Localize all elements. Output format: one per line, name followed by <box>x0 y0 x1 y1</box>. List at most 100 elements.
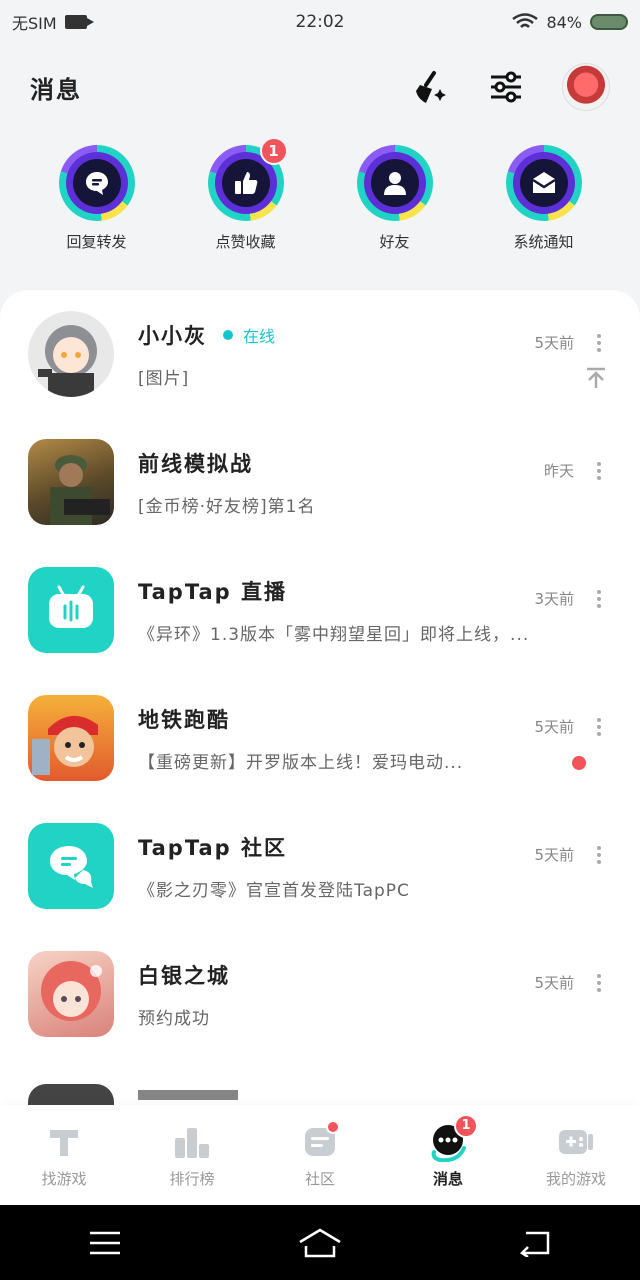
menu-icon[interactable] <box>88 1230 122 1256</box>
thumbs-up-icon <box>234 172 257 194</box>
message-preview: 《异环》1.3版本「雾中翔望星回」即将上线，... <box>138 624 530 645</box>
quick-friends[interactable]: 好友 <box>335 145 455 252</box>
name-line: 前线模拟战 <box>138 448 612 478</box>
message-preview: 《影之刃零》官宣首发登陆TapPC <box>138 880 410 901</box>
quick-icon-ring <box>505 145 582 221</box>
status-left: 无SIM <box>12 10 94 34</box>
more-options-button[interactable] <box>596 462 602 480</box>
home-icon[interactable] <box>298 1228 342 1258</box>
sender-name: 地铁跑酷 <box>138 707 230 732</box>
quick-label: 好友 <box>379 233 410 251</box>
message-time: 3天前 <box>534 590 574 608</box>
message-time: 5天前 <box>534 334 574 352</box>
sender-name: TapTap 社区 <box>138 835 287 860</box>
community-notification-dot <box>326 1119 340 1134</box>
tab-label: 消息 <box>432 1169 463 1188</box>
more-options-button[interactable] <box>596 846 602 864</box>
tab-messages[interactable]: 1 消息 <box>384 1105 512 1205</box>
video-camera-icon <box>64 15 94 29</box>
partial-row-name <box>138 1090 238 1100</box>
message-info: 小小灰 在线 [图片] <box>138 320 612 389</box>
message-row[interactable]: 地铁跑酷 【重磅更新】开罗版本上线！爱玛电动... 5天前 <box>0 674 640 802</box>
more-options-button[interactable] <box>596 590 602 608</box>
friend-avatar <box>28 311 114 397</box>
more-options-button[interactable] <box>596 334 602 352</box>
game-icon <box>28 695 114 781</box>
clear-unread-button[interactable] <box>410 67 450 107</box>
taptap-community-icon <box>28 823 114 909</box>
more-options-button[interactable] <box>596 718 602 736</box>
quick-icon-ring: 1 <box>207 137 288 221</box>
wifi-icon <box>512 13 539 28</box>
message-info: 地铁跑酷 【重磅更新】开罗版本上线！爱玛电动... <box>138 704 612 773</box>
broom-icon <box>416 71 446 103</box>
message-row[interactable]: 白银之城 预约成功 5天前 <box>0 930 640 1058</box>
quick-label: 系统通知 <box>513 233 574 251</box>
quick-icon-ring <box>356 145 433 221</box>
ranking-icon <box>175 1127 209 1158</box>
message-row[interactable]: TapTap 社区 《影之刃零》官宣首发登陆TapPC 5天前 <box>0 802 640 930</box>
likes-badge: 1 <box>259 137 288 165</box>
anime-girl-icon <box>41 961 102 1021</box>
pin-to-top-icon[interactable] <box>584 366 608 390</box>
tab-label: 我的游戏 <box>545 1169 606 1188</box>
quick-label: 点赞收藏 <box>215 233 276 251</box>
settings-button[interactable] <box>486 67 526 107</box>
tab-label: 社区 <box>304 1169 335 1188</box>
tab-label: 找游戏 <box>41 1169 87 1188</box>
tv-icon <box>49 585 93 628</box>
chat-bubble-icon <box>85 172 108 195</box>
message-time: 5天前 <box>534 718 574 736</box>
quick-icon-ring <box>58 145 135 221</box>
back-icon[interactable] <box>518 1229 552 1257</box>
message-info: TapTap 社区 《影之刃零》官宣首发登陆TapPC <box>138 832 612 901</box>
chat-bubbles-icon <box>50 846 93 888</box>
carrier-text: 无SIM <box>12 14 57 33</box>
tab-my-games[interactable]: 我的游戏 <box>512 1105 640 1205</box>
message-preview: 【重磅更新】开罗版本上线！爱玛电动... <box>138 752 464 773</box>
quick-system[interactable]: 系统通知 <box>484 145 604 252</box>
page-title: 消息 <box>30 75 82 104</box>
message-info: TapTap 直播 《异环》1.3版本「雾中翔望星回」即将上线，... <box>138 576 612 645</box>
user-avatar[interactable] <box>562 63 610 111</box>
runner-character-icon <box>32 715 98 775</box>
partial-row-thumbnail <box>28 1084 114 1105</box>
message-list: 小小灰 在线 [图片] 5天前 前线模拟战 [金币榜·好友榜]第1名 昨天 Ta… <box>0 290 640 1105</box>
header-actions <box>410 63 610 111</box>
sender-name: TapTap 直播 <box>138 579 287 604</box>
messages-badge: 1 <box>454 1113 478 1138</box>
message-row[interactable]: 前线模拟战 [金币榜·好友榜]第1名 昨天 <box>0 418 640 546</box>
tab-community[interactable]: 社区 <box>256 1105 384 1205</box>
gamepad-icon <box>559 1129 593 1154</box>
message-time: 5天前 <box>534 846 574 864</box>
sliders-icon <box>491 71 521 103</box>
message-row[interactable]: TapTap 直播 《异环》1.3版本「雾中翔望星回」即将上线，... 3天前 <box>0 546 640 674</box>
online-status: 在线 <box>243 326 276 346</box>
page-header: 消息 <box>0 52 640 122</box>
message-time: 5天前 <box>534 974 574 992</box>
tab-ranking[interactable]: 排行榜 <box>128 1105 256 1205</box>
status-right: 84% <box>512 13 628 32</box>
online-indicator <box>223 329 233 340</box>
message-preview: [图片] <box>138 368 190 389</box>
taptap-icon <box>50 1129 78 1156</box>
message-info: 白银之城 预约成功 <box>138 960 612 1029</box>
tab-find-games[interactable]: 找游戏 <box>0 1105 128 1205</box>
soldier-icon <box>50 455 110 525</box>
taptap-live-icon <box>28 567 114 653</box>
system-navigation-bar <box>0 1205 640 1280</box>
anime-character-icon <box>38 325 97 397</box>
game-icon <box>28 951 114 1037</box>
message-info: 前线模拟战 [金币榜·好友榜]第1名 <box>138 448 612 517</box>
quick-likes[interactable]: 1 点赞收藏 <box>186 137 306 252</box>
sender-name: 小小灰 <box>138 323 207 348</box>
battery-icon <box>590 14 628 30</box>
quick-replies[interactable]: 回复转发 <box>37 145 157 252</box>
message-preview: [金币榜·好友榜]第1名 <box>138 496 316 517</box>
unread-dot <box>572 756 586 770</box>
tab-label: 排行榜 <box>169 1169 215 1188</box>
message-row[interactable]: 小小灰 在线 [图片] 5天前 <box>0 290 640 418</box>
more-options-button[interactable] <box>596 974 602 992</box>
person-icon <box>383 172 406 195</box>
status-bar: 无SIM 22:02 84% <box>0 0 640 44</box>
